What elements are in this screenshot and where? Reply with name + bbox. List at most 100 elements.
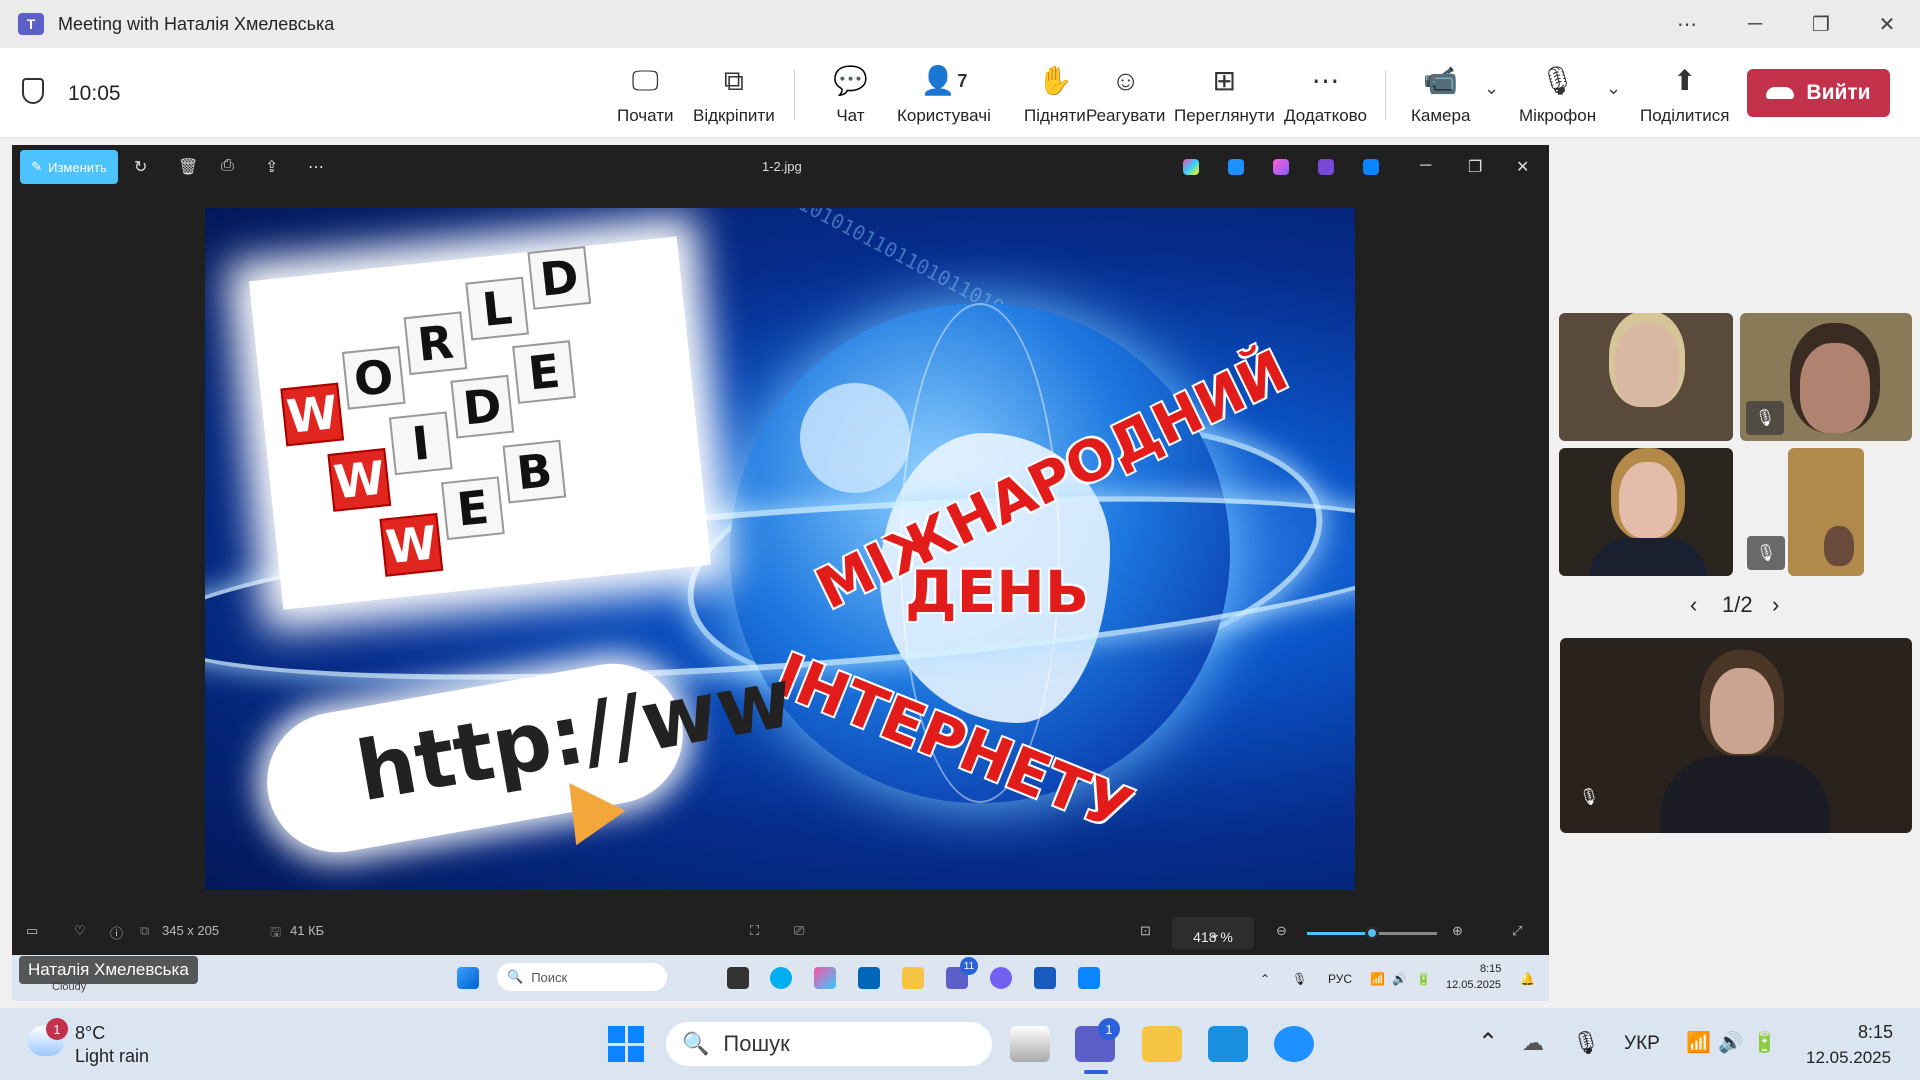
disk-icon: 🖫 xyxy=(270,924,282,939)
dimensions-icon: ⧉ xyxy=(140,923,150,938)
share-icon[interactable]: ⇪ xyxy=(265,157,278,177)
teams-logo-icon: T xyxy=(18,13,44,35)
inner-skype-icon[interactable] xyxy=(770,967,792,989)
fit-icon[interactable]: ⊡ xyxy=(1140,923,1151,939)
inner-tray-chevron-icon[interactable]: ⌃ xyxy=(1260,972,1270,986)
filmstrip-icon[interactable]: ▭ xyxy=(26,923,38,939)
close-button[interactable]: ✕ xyxy=(1854,0,1920,48)
people-button[interactable]: 👤 7 Користувачі xyxy=(897,62,991,126)
camera-options-chevron-icon[interactable]: ⌄ xyxy=(1484,78,1499,99)
start-button[interactable]: 🖵 Почати xyxy=(617,62,674,126)
cloud-icon[interactable]: ☁ xyxy=(1522,1030,1544,1056)
participant-tile[interactable] xyxy=(1788,448,1864,576)
fullscreen-icon[interactable]: ⤢ xyxy=(1512,923,1522,939)
rotate-icon[interactable]: ↻ xyxy=(134,157,147,177)
designer-icon[interactable] xyxy=(1273,159,1289,175)
participant-tile[interactable] xyxy=(1559,313,1733,441)
next-page-icon[interactable]: › xyxy=(1772,592,1779,618)
inner-taskview-icon[interactable] xyxy=(727,967,749,989)
photos-icon[interactable] xyxy=(1228,159,1244,175)
participant-video xyxy=(1619,462,1677,538)
mic-options-chevron-icon[interactable]: ⌄ xyxy=(1606,78,1621,99)
inner-search[interactable]: 🔍 Поиск xyxy=(497,963,667,991)
toolbar-divider xyxy=(794,70,795,120)
www-cubes: W O R L D W I D E W E B xyxy=(248,236,712,610)
mic-muted-icon: 🎙 xyxy=(1746,401,1784,435)
tray-chevron-icon[interactable]: ⌃ xyxy=(1478,1028,1498,1057)
viewer-minimize-icon[interactable]: ─ xyxy=(1420,157,1431,175)
maximize-button[interactable]: ❐ xyxy=(1788,0,1854,48)
viewer-maximize-icon[interactable]: ❐ xyxy=(1468,157,1482,177)
myhp-icon[interactable] xyxy=(1208,1026,1248,1062)
leave-button[interactable]: Вийти xyxy=(1747,69,1890,117)
inner-notification-icon[interactable]: 🔔 xyxy=(1520,972,1535,986)
print-icon[interactable]: ⎙ xyxy=(221,157,234,175)
start-icon[interactable] xyxy=(608,1026,644,1062)
help-icon[interactable] xyxy=(1274,1026,1314,1062)
weather-desc[interactable]: Light rain xyxy=(75,1046,149,1067)
search-box[interactable]: 🔍 Пошук xyxy=(666,1022,992,1066)
zoom-select[interactable]: 418 % ⌄ xyxy=(1172,917,1254,949)
participant-tile[interactable] xyxy=(1559,448,1733,576)
participant-tile[interactable]: 🎙 xyxy=(1740,313,1912,441)
more-icon[interactable]: ⋯ xyxy=(308,157,324,177)
smiley-icon: ☺ xyxy=(1111,65,1140,96)
onedrive-icon[interactable] xyxy=(1363,159,1379,175)
inner-store-icon[interactable] xyxy=(858,967,880,989)
favorite-icon[interactable]: ♡ xyxy=(74,923,86,939)
react-button[interactable]: ☺ Реагувати xyxy=(1086,62,1165,126)
inner-word-icon[interactable] xyxy=(1034,967,1056,989)
viewer-close-icon[interactable]: ✕ xyxy=(1516,157,1529,177)
zoom-in-icon[interactable]: ⊕ xyxy=(1452,923,1463,939)
clipchamp-icon[interactable] xyxy=(1318,159,1334,175)
mic-button[interactable]: 🎙 Мікрофон xyxy=(1519,62,1596,126)
weather-temp[interactable]: 8°C xyxy=(75,1023,105,1044)
cube-letter: I xyxy=(388,411,453,476)
share-button[interactable]: ⬆ Поділитися xyxy=(1640,62,1729,126)
inner-lang[interactable]: РУС xyxy=(1328,972,1352,986)
mic-icon[interactable]: 🎙 xyxy=(1572,1030,1600,1056)
share-icon: ⬆ xyxy=(1672,65,1697,96)
inner-start-icon[interactable] xyxy=(457,967,479,989)
ocr-icon[interactable]: ⎚ xyxy=(794,923,804,939)
task-view-icon[interactable] xyxy=(1010,1026,1050,1062)
inner-mic-icon[interactable]: 🎙 xyxy=(1292,972,1307,986)
weather-badge: 1 xyxy=(46,1018,68,1040)
edit-button[interactable]: ✎ Изменить xyxy=(20,150,118,184)
inner-viber-icon[interactable] xyxy=(990,967,1012,989)
more-options-icon[interactable]: ⋯ xyxy=(1654,0,1720,48)
raise-hand-button[interactable]: ✋ Підняти xyxy=(1024,62,1086,126)
file-explorer-icon[interactable] xyxy=(1142,1026,1182,1062)
inner-explorer-icon[interactable] xyxy=(902,967,924,989)
view-button[interactable]: ⊞ Переглянути xyxy=(1174,62,1275,126)
chat-button[interactable]: 💬 Чат xyxy=(833,62,868,126)
info-icon[interactable]: ⓘ xyxy=(110,923,123,942)
clock-time[interactable]: 8:15 xyxy=(1858,1022,1893,1043)
minimize-button[interactable]: ─ xyxy=(1722,0,1788,48)
popout-button[interactable]: ⧉ Відкріпити xyxy=(693,62,775,126)
language-indicator[interactable]: УКР xyxy=(1624,1033,1660,1055)
inner-wifi-icon[interactable]: 📶 xyxy=(1370,972,1385,986)
inner-photos-icon[interactable] xyxy=(1078,967,1100,989)
copilot-icon[interactable] xyxy=(1183,159,1199,175)
zoom-out-icon[interactable]: ⊖ xyxy=(1276,923,1287,939)
zoom-slider[interactable] xyxy=(1307,926,1437,940)
scan-icon[interactable]: ⛶ xyxy=(750,923,759,939)
inner-copilot-icon[interactable] xyxy=(814,967,836,989)
battery-icon[interactable]: 🔋 xyxy=(1752,1030,1777,1055)
clock-date[interactable]: 12.05.2025 xyxy=(1806,1048,1891,1068)
ellipsis-icon: ⋯ xyxy=(1311,65,1340,96)
inner-volume-icon[interactable]: 🔊 xyxy=(1392,972,1407,986)
participant-tile[interactable]: 🎙 xyxy=(1560,638,1912,833)
delete-icon[interactable]: 🗑 xyxy=(178,157,198,177)
mic-muted-icon: 🎙 xyxy=(1578,789,1600,806)
camera-button[interactable]: 📹 Камера xyxy=(1411,62,1470,126)
more-button[interactable]: ⋯ Додатково xyxy=(1284,62,1367,126)
prev-page-icon[interactable]: ‹ xyxy=(1690,592,1697,618)
wifi-icon[interactable]: 📶 xyxy=(1686,1030,1711,1055)
edit-icon: ✎ xyxy=(31,159,43,174)
volume-icon[interactable]: 🔊 xyxy=(1718,1030,1743,1055)
zoom-slider-knob[interactable] xyxy=(1365,926,1379,940)
inner-battery-icon[interactable]: 🔋 xyxy=(1416,972,1431,986)
photo-viewer-toolbar: ✎ Изменить ↻ 🗑 ⎙ ⇪ ⋯ 1-2.jpg ─ ❐ ✕ xyxy=(12,145,1549,189)
